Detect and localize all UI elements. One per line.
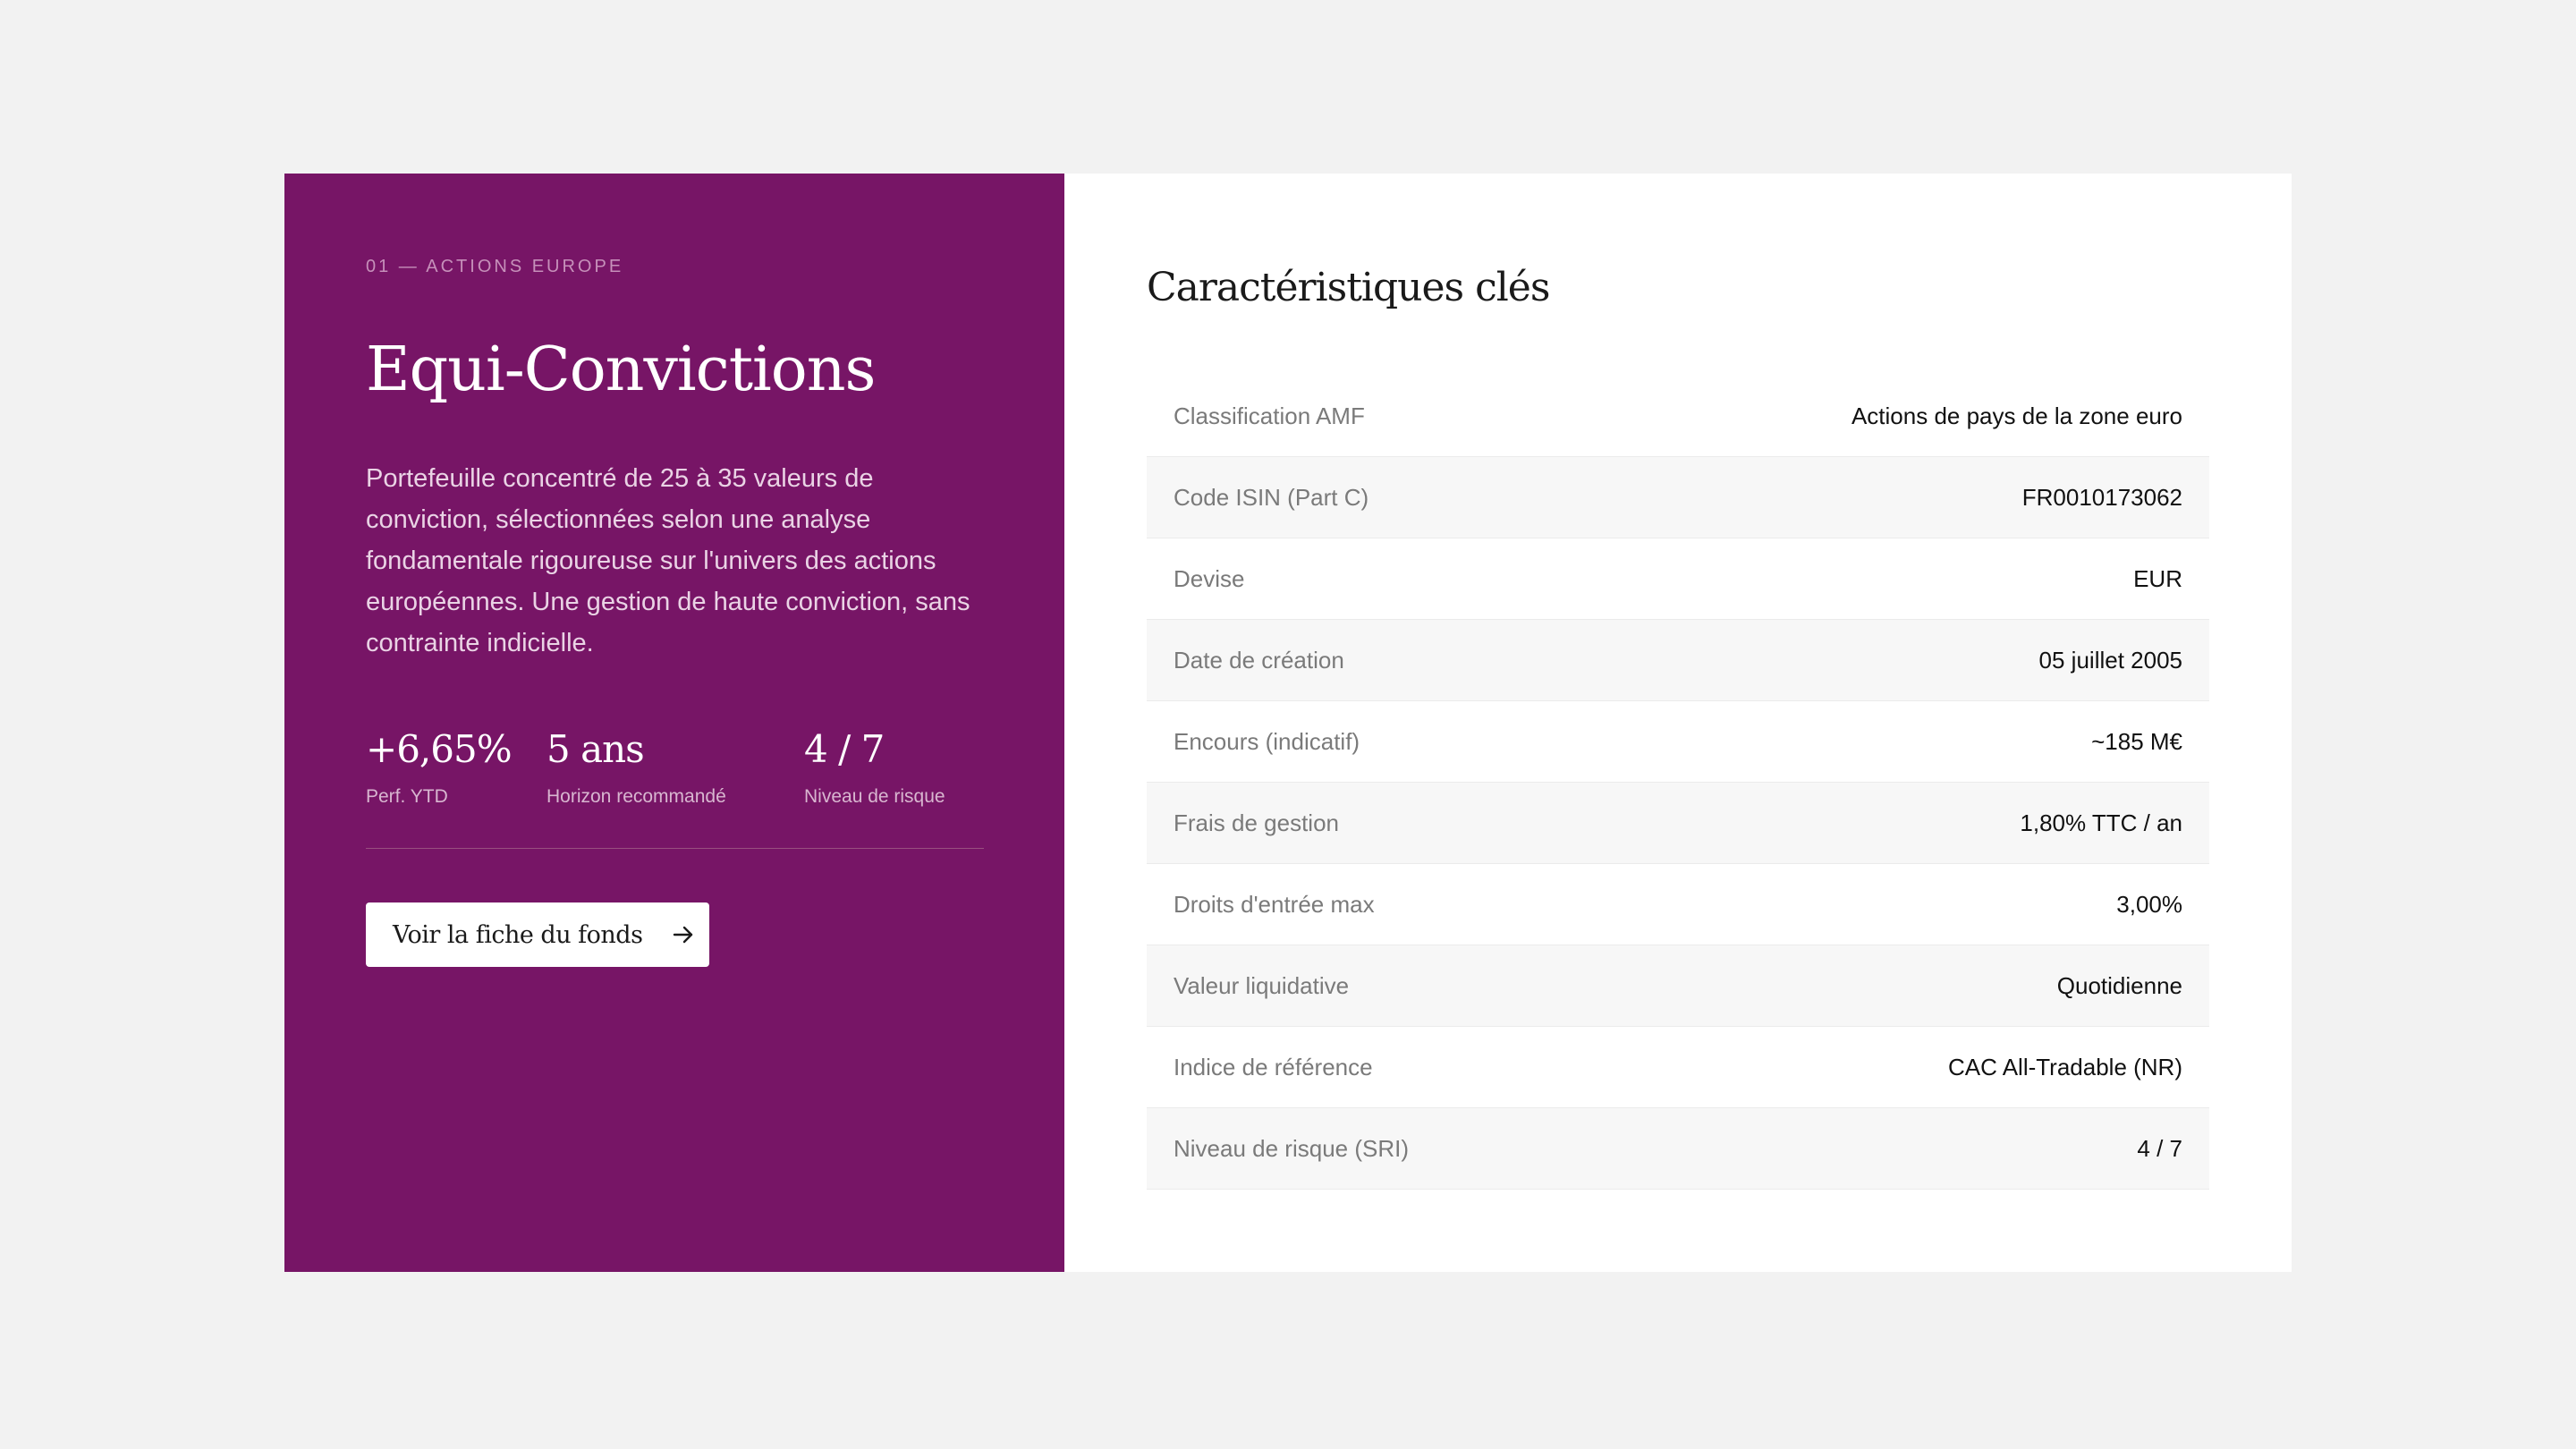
characteristics-panel: Caractéristiques clés Classification AMF… (1064, 174, 2292, 1272)
fund-category-eyebrow: 01 — ACTIONS EUROPE (366, 257, 624, 276)
table-row: Devise EUR (1147, 538, 2209, 620)
row-label: Indice de référence (1174, 1053, 1373, 1080)
row-value: 3,00% (2116, 890, 2182, 918)
row-value: Actions de pays de la zone euro (1851, 402, 2182, 429)
fund-summary-panel: 01 — ACTIONS EUROPE Equi-Convictions Por… (284, 174, 1064, 1272)
table-row: Encours (indicatif) ~185 M€ (1147, 701, 2209, 783)
fund-stats: +6,65% Perf. YTD 5 ans Horizon recommand… (366, 726, 984, 816)
fund-description: Portefeuille concentré de 25 à 35 valeur… (366, 464, 970, 657)
row-value: EUR (2133, 564, 2182, 592)
row-value: 4 / 7 (2137, 1134, 2182, 1162)
table-row: Indice de référence CAC All-Tradable (NR… (1147, 1027, 2209, 1108)
fund-title: Equi-Convictions (366, 335, 876, 405)
row-value: CAC All-Tradable (NR) (1948, 1053, 2182, 1080)
divider (366, 848, 984, 849)
row-label: Classification AMF (1174, 402, 1365, 429)
table-row: Droits d'entrée max 3,00% (1147, 864, 2209, 945)
characteristics-table: Classification AMF Actions de pays de la… (1147, 376, 2209, 1190)
row-label: Frais de gestion (1174, 809, 1339, 836)
row-label: Encours (indicatif) (1174, 727, 1360, 755)
stat-label: Niveau de risque (804, 786, 945, 807)
stat-label: Perf. YTD (366, 786, 448, 807)
row-label: Code ISIN (Part C) (1174, 483, 1369, 511)
row-value: 1,80% TTC / an (2020, 809, 2182, 836)
table-row: Niveau de risque (SRI) 4 / 7 (1147, 1108, 2209, 1190)
table-row: Date de création 05 juillet 2005 (1147, 620, 2209, 701)
row-value: Quotidienne (2056, 971, 2182, 999)
fund-card: 01 — ACTIONS EUROPE Equi-Convictions Por… (284, 174, 2292, 1272)
row-value: FR0010173062 (2021, 483, 2182, 511)
row-label: Droits d'entrée max (1174, 890, 1375, 918)
stat-value: 5 ans (547, 727, 645, 771)
view-fund-sheet-button[interactable]: Voir la fiche du fonds (366, 902, 709, 967)
stat-label: Horizon recommandé (547, 786, 726, 807)
view-fund-sheet-label: Voir la fiche du fonds (393, 920, 643, 949)
row-value: 05 juillet 2005 (2038, 646, 2182, 674)
table-row: Frais de gestion 1,80% TTC / an (1147, 783, 2209, 864)
table-row: Valeur liquidative Quotidienne (1147, 945, 2209, 1027)
row-value: ~185 M€ (2091, 727, 2182, 755)
row-label: Niveau de risque (SRI) (1174, 1134, 1409, 1162)
arrow-right-icon (671, 922, 696, 947)
stat-recommended-horizon: 5 ans Horizon recommandé (547, 726, 804, 816)
row-label: Devise (1174, 564, 1245, 592)
table-row: Code ISIN (Part C) FR0010173062 (1147, 457, 2209, 538)
stat-ytd-performance: +6,65% Perf. YTD (366, 726, 547, 816)
row-label: Date de création (1174, 646, 1344, 674)
table-row: Classification AMF Actions de pays de la… (1147, 376, 2209, 457)
row-label: Valeur liquidative (1174, 971, 1350, 999)
stat-risk-level: 4 / 7 Niveau de risque (804, 726, 983, 816)
stat-value: 4 / 7 (804, 727, 885, 771)
stat-value: +6,65% (366, 727, 513, 771)
characteristics-title: Caractéristiques clés (1147, 265, 1550, 310)
